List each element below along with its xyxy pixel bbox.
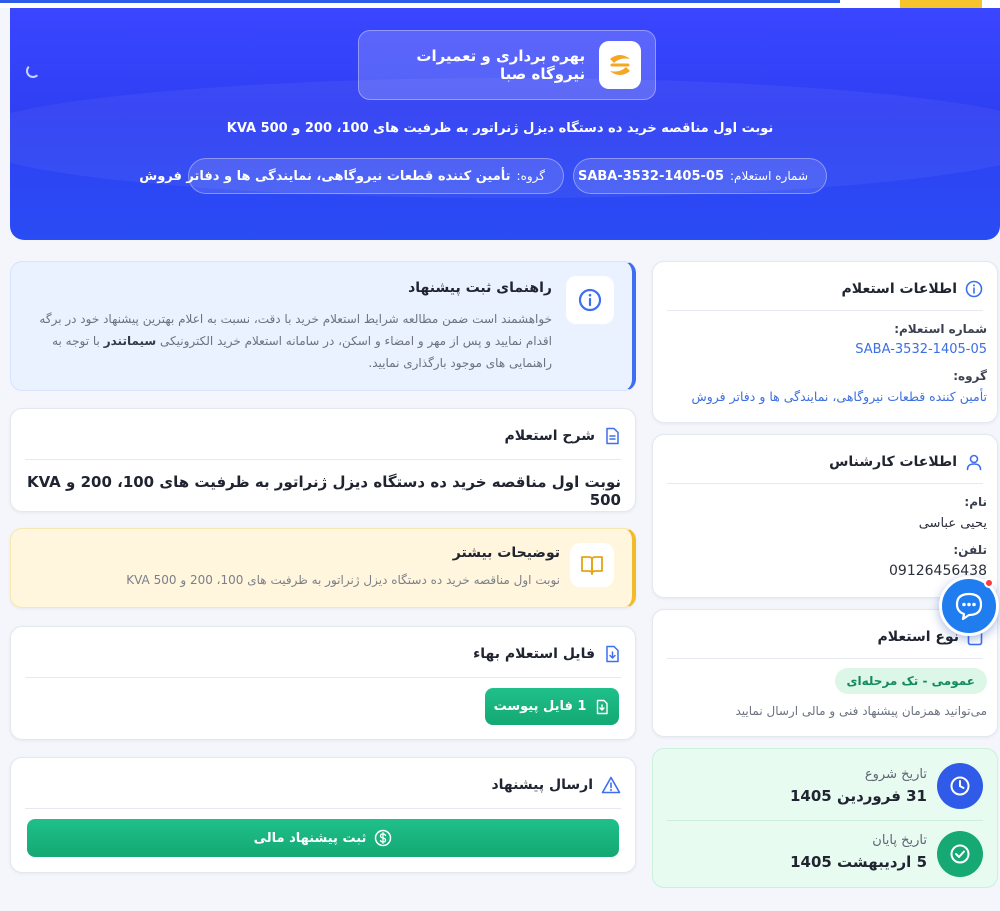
divider (667, 310, 983, 311)
divider (25, 677, 621, 678)
chip-group: گروه: تأمین کننده قطعات نیروگاهی، نمایند… (139, 158, 564, 194)
document-icon (606, 427, 619, 445)
divider (25, 808, 621, 809)
hero-title: نوبت اول مناقصه خرید ده دستگاه دیزل ژنرا… (226, 121, 774, 136)
inquiry-number-value[interactable]: SABA-3532-1405-05 (855, 342, 987, 357)
group-label: گروه: (953, 369, 987, 383)
dollar-icon (375, 829, 392, 847)
send-header: ارسال پیشنهاد (491, 776, 621, 794)
progress-line (0, 0, 840, 3)
file-title: فایل استعلام بهاء (473, 646, 595, 662)
divider (667, 483, 983, 484)
book-icon (570, 543, 614, 587)
inquiry-info-card: اطلاعات استعلام شماره استعلام: SABA-3532… (652, 261, 998, 423)
description-header: شرح استعلام (504, 427, 621, 445)
inquiry-type-badge: عمومی - تک مرحله‌ای (834, 668, 987, 694)
divider (25, 459, 621, 460)
brand-box: بهره برداری و تعمیرات نیروگاه صبا (358, 30, 656, 100)
brand-logo-icon (599, 41, 641, 89)
expert-info-card: اطلاعات کارشناس نام: یحیی عباسی تلفن: 09… (652, 434, 998, 598)
inquiry-info-title: اطلاعات استعلام (841, 281, 957, 297)
attachment-button-label: 1 فایل پیوست (493, 699, 587, 714)
end-date-value: 5 اردیبهشت 1405 (790, 853, 927, 871)
top-accent (900, 0, 982, 8)
file-card: فایل استعلام بهاء 1 فایل پیوست (10, 626, 636, 740)
file-header: فایل استعلام بهاء (473, 645, 621, 663)
file-download-icon (606, 645, 619, 663)
more-text: نوبت اول مناقصه خرید ده دستگاه دیزل ژنرا… (126, 573, 560, 587)
chat-icon (955, 592, 983, 621)
description-text: نوبت اول مناقصه خرید ده دستگاه دیزل ژنرا… (26, 473, 621, 509)
clock-icon (937, 763, 983, 809)
submit-financial-offer-label: ثبت پیشنهاد مالی (253, 830, 367, 846)
hero-banner: بهره برداری و تعمیرات نیروگاه صبا نوبت ا… (10, 8, 1000, 240)
expert-phone-label: تلفن: (953, 543, 987, 557)
expert-name-value: یحیی عباسی (918, 516, 987, 531)
more-title: توضیحات بیشتر (452, 545, 560, 561)
file-download-icon (597, 699, 609, 714)
info-icon (566, 276, 614, 324)
inquiry-type-note: می‌توانید همزمان پیشنهاد فنی و مالی ارسا… (735, 704, 987, 718)
notification-dot (984, 578, 994, 588)
chip-inquiry-number: شماره استعلام: SABA-3532-1405-05 (573, 158, 827, 194)
guide-text: خواهشمند است ضمن مطالعه شرایط استعلام خر… (32, 308, 552, 374)
expert-info-title: اطلاعات کارشناس (829, 454, 957, 470)
user-icon (966, 454, 982, 471)
divider (667, 658, 983, 659)
guide-text-bold: سیماتندر (103, 334, 157, 348)
dates-card: تاریخ شروع 31 فروردین 1405 تاریخ پایان 5… (652, 748, 998, 888)
send-title: ارسال پیشنهاد (491, 777, 593, 793)
divider (667, 820, 983, 821)
inquiry-type-title: نوع استعلام (877, 629, 959, 645)
chip-id-label: شماره استعلام: (730, 169, 808, 183)
chip-group-value: تأمین کننده قطعات نیروگاهی، نمایندگی ها … (139, 168, 511, 184)
chip-group-label: گروه: (516, 169, 545, 183)
attachment-button[interactable]: 1 فایل پیوست (485, 688, 619, 725)
expert-info-header: اطلاعات کارشناس (829, 453, 983, 471)
guide-card: راهنمای ثبت پیشنهاد خواهشمند است ضمن مطا… (10, 261, 636, 391)
loading-spinner-icon (26, 64, 40, 78)
check-circle-icon (937, 831, 983, 877)
more-details-card: توضیحات بیشتر نوبت اول مناقصه خرید ده دس… (10, 528, 636, 608)
expert-name-label: نام: (964, 495, 987, 509)
inquiry-number-label: شماره استعلام: (894, 322, 987, 336)
info-icon (965, 280, 983, 298)
inquiry-type-badge-wrap: عمومی - تک مرحله‌ای (834, 668, 987, 694)
brand-name: بهره برداری و تعمیرات نیروگاه صبا (416, 47, 586, 83)
inquiry-type-card: نوع استعلام عمومی - تک مرحله‌ای می‌توانی… (652, 609, 998, 737)
start-date-label: تاریخ شروع (864, 767, 927, 782)
description-card: شرح استعلام نوبت اول مناقصه خرید ده دستگ… (10, 408, 636, 512)
description-title: شرح استعلام (504, 428, 595, 444)
end-date-label: تاریخ پایان (872, 833, 927, 848)
group-value[interactable]: تأمین کننده قطعات نیروگاهی، نمایندگی ها … (691, 389, 987, 404)
warning-icon (601, 776, 621, 794)
guide-title: راهنمای ثبت پیشنهاد (408, 280, 552, 296)
submit-financial-offer-button[interactable]: ثبت پیشنهاد مالی (27, 819, 619, 857)
inquiry-info-header: اطلاعات استعلام (842, 280, 983, 298)
send-card: ارسال پیشنهاد ثبت پیشنهاد مالی (10, 757, 636, 873)
start-date-value: 31 فروردین 1405 (789, 787, 927, 805)
chip-id-value: SABA-3532-1405-05 (577, 168, 725, 184)
